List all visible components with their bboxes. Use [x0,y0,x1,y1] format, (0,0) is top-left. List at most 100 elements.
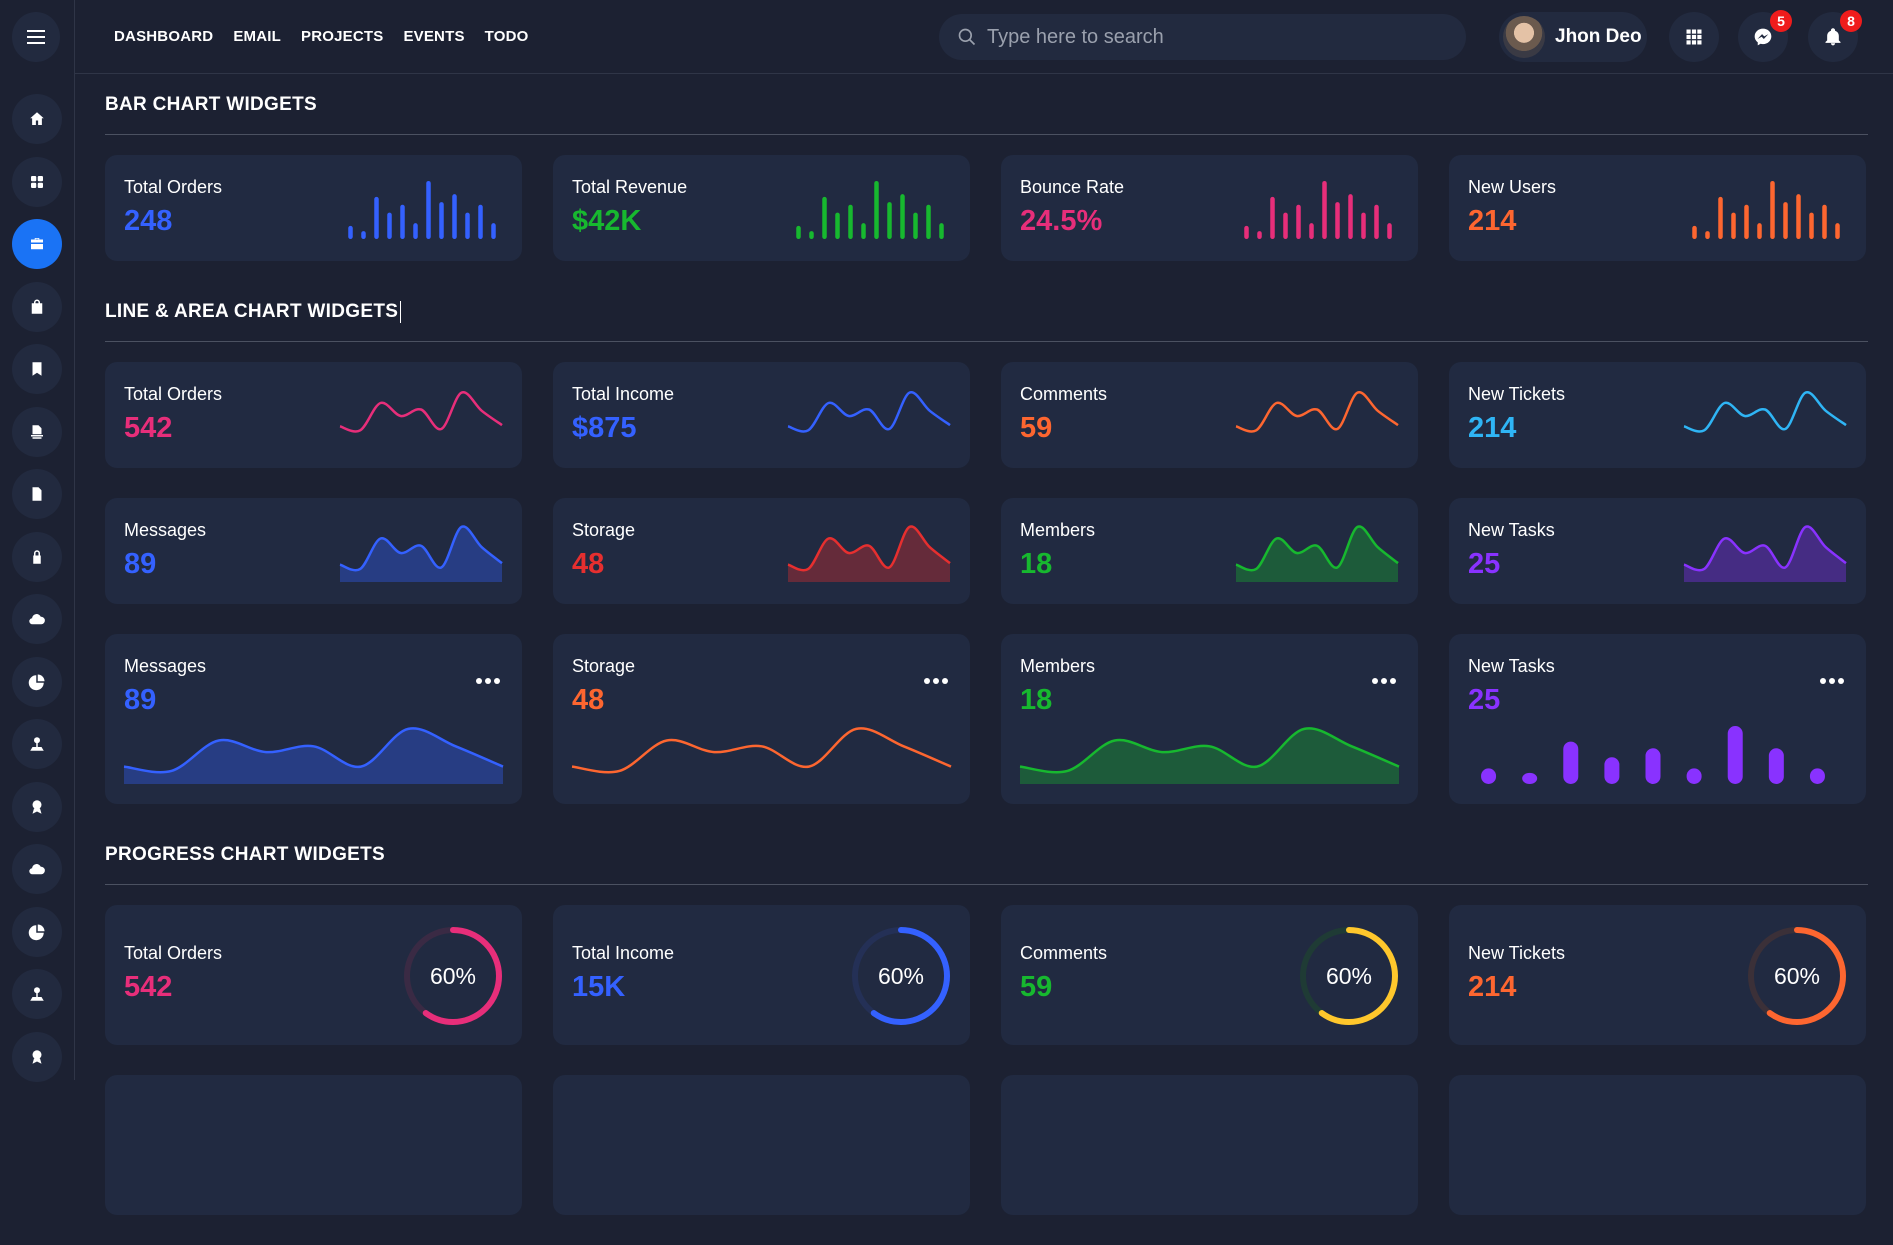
widget-card [1449,1075,1866,1215]
widget-card: New Users 214 [1449,155,1866,261]
bar-mark [1757,223,1762,239]
more-options-icon[interactable] [924,678,948,684]
search-input[interactable] [987,25,1427,49]
area-fill [1236,526,1398,582]
bar-chart [1244,181,1392,239]
notifications-button[interactable]: 8 [1808,10,1862,62]
shopping-bag-check-icon [31,299,43,314]
notifications-badge: 8 [1840,10,1862,32]
widget-label: Total Orders [124,384,223,404]
widget-value: 25 [1468,548,1501,580]
section-title-line-text: LINE & AREA CHART WIDGETS [105,301,399,323]
widget-value: 18 [1020,684,1053,716]
widget-label: Storage [572,520,636,540]
text-caret [400,301,402,323]
bar-mark [913,212,918,239]
widget-card: Members 18 [1001,498,1418,604]
menu-toggle-button[interactable] [12,12,60,62]
widget-label: Total Orders [124,943,223,963]
bar-mark [361,231,366,239]
widget-card: Bounce Rate 24.5% [1001,155,1418,261]
big-widgets-row: Messages 89 Storage 48 Members 18 New Tasks 25 [105,634,1868,804]
line-chart [339,391,503,433]
sidebar-item-award[interactable] [12,1031,62,1082]
area-chart [123,727,504,784]
sidebar-item-file-stack[interactable] [12,406,62,457]
nav-events[interactable]: EVENTS [403,28,464,45]
area-fill [1684,526,1846,582]
sidebar-item-home[interactable] [12,94,62,144]
line-series [1683,391,1847,433]
progress-percent: 60% [1773,962,1821,989]
bar-mark [1822,204,1827,239]
section-title-bar: BAR CHART WIDGETS [105,94,317,115]
area-chart [1019,727,1400,784]
more-options-icon[interactable] [1372,678,1396,684]
top-bar: DASHBOARD EMAIL PROJECTS EVENTS TODO Jho… [0,0,1893,74]
widget-label: Members [1020,656,1096,676]
bar-mark [1604,757,1620,784]
sidebar-item-briefcase[interactable] [12,219,62,269]
sidebar-item-spreadsheet[interactable] [12,469,62,519]
sidebar-item-map-pin-user[interactable] [12,719,62,769]
user-menu[interactable]: Jhon Deo [1499,12,1647,62]
line-chart [1235,391,1399,433]
sidebar-item-cloud-download[interactable] [12,844,62,894]
widget-value: 214 [1468,971,1517,1003]
bar-mark [1244,225,1249,239]
bar-mark [1257,231,1262,239]
bar-mark [1835,223,1840,239]
sidebar-item-shopping-bag-check[interactable] [12,281,62,332]
sidebar-item-pie-chart[interactable] [12,656,62,707]
bar-mark [1783,202,1788,239]
more-options-icon[interactable] [1820,678,1844,684]
widget-value: 48 [572,548,605,580]
line-chart [571,727,952,774]
nav-dashboard[interactable]: DASHBOARD [114,28,213,45]
bar-mark [478,204,483,239]
sidebar-item-pie-chart[interactable] [12,906,62,957]
progress-widgets-row-2 [105,1075,1868,1215]
nav-todo[interactable]: TODO [485,28,529,45]
bar-chart [1692,181,1840,239]
bar-mark [1768,748,1784,784]
messages-button[interactable]: 5 [1738,10,1792,62]
bar-mark [1563,741,1579,784]
map-pin-user-icon [30,737,44,751]
file-stack-icon [31,424,43,439]
nav-email[interactable]: EMAIL [233,28,281,45]
sidebar-item-award[interactable] [12,781,62,832]
widget-card: Total Revenue $42K [553,155,970,261]
widget-card: Total Income 15K 60% [553,905,970,1045]
bar-mark [1744,204,1749,239]
more-options-icon[interactable] [476,678,500,684]
line-series [339,391,503,433]
bar-mark [452,194,457,239]
nav-projects[interactable]: PROJECTS [301,28,383,45]
bar-mark [939,223,944,239]
widget-label: Total Income [572,384,675,404]
bar-mark [1692,225,1697,239]
apps-button[interactable] [1669,12,1719,62]
bar-mark [439,202,444,239]
sidebar-item-cloud-download[interactable] [12,594,62,644]
widget-label: New Users [1468,177,1557,197]
sidebar-item-lock[interactable] [12,531,62,582]
bar-mark [387,212,392,239]
bar-mark [1731,212,1736,239]
bar-mark [926,204,931,239]
widget-card [105,1075,522,1215]
sidebar-item-bookmark-star[interactable] [12,344,62,394]
widget-value: 25 [1468,684,1501,716]
sidebar-item-map-pin-user[interactable] [12,969,62,1019]
sidebar-item-grid[interactable] [12,156,62,207]
widget-card: New Tickets 214 [1449,362,1866,468]
widget-label: Storage [572,656,636,676]
bar-mark [1270,196,1275,239]
bar-mark [426,181,431,239]
map-pin-user-icon [30,987,44,1001]
line-series [787,391,951,433]
widget-label: New Tasks [1468,656,1555,676]
bell-icon [1825,28,1841,46]
widget-value: 48 [572,684,605,716]
